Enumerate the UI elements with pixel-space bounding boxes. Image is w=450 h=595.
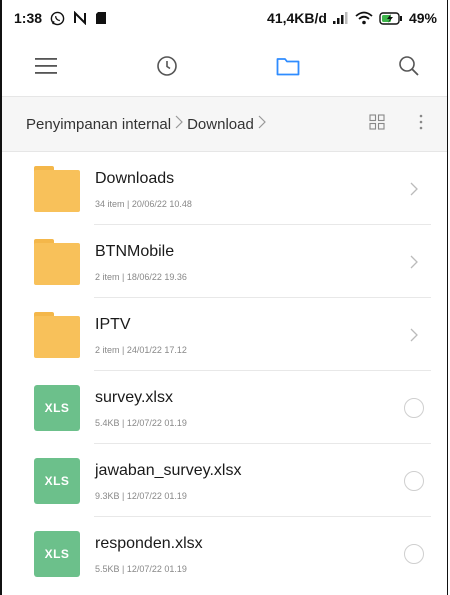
network-speed: 41,4KB/d — [267, 10, 327, 26]
chevron-right-icon — [389, 328, 439, 342]
xls-file-icon: XLS — [34, 384, 80, 431]
item-name: BTNMobile — [95, 242, 175, 260]
grid-view-icon[interactable] — [369, 114, 385, 134]
folder-icon[interactable] — [270, 48, 306, 84]
item-name: responden.xlsx — [95, 534, 203, 552]
chevron-right-icon — [389, 255, 439, 269]
chevron-right-icon — [389, 182, 439, 196]
list-item-folder-btnmobile[interactable]: BTNMobile 2 item | 18/06/22 19.36 — [2, 225, 447, 298]
item-details: 5.4KB | 12/07/22 01.19 — [95, 417, 187, 428]
file-list: Downloads 34 item | 20/06/22 10.48 BTNMo… — [2, 152, 447, 590]
item-name: IPTV — [95, 315, 131, 333]
chevron-right-icon — [175, 115, 183, 133]
file-manager-screen: 1:38 41,4KB/d 49% Penyimpanan internal D… — [0, 0, 448, 595]
item-details: 9.3KB | 12/07/22 01.19 — [95, 490, 187, 501]
list-item-folder-iptv[interactable]: IPTV 2 item | 24/01/22 17.12 — [2, 298, 447, 371]
whatsapp-icon — [50, 11, 65, 26]
select-checkbox[interactable] — [404, 397, 424, 418]
breadcrumb-item-internal-storage[interactable]: Penyimpanan internal — [26, 116, 171, 133]
battery-charging-icon — [379, 11, 403, 25]
folder-thumbnail-icon — [34, 238, 80, 285]
select-checkbox[interactable] — [404, 543, 424, 564]
list-item-file-responden[interactable]: XLS responden.xlsx 5.5KB | 12/07/22 01.1… — [2, 517, 447, 590]
breadcrumb-item-download[interactable]: Download — [187, 116, 254, 133]
item-name: survey.xlsx — [95, 388, 173, 406]
select-checkbox[interactable] — [404, 470, 424, 491]
signal-icon — [332, 12, 349, 24]
search-icon[interactable] — [391, 48, 427, 84]
wifi-icon — [355, 11, 373, 25]
status-bar: 1:38 41,4KB/d 49% — [2, 0, 447, 36]
list-item-file-jawaban-survey[interactable]: XLS jawaban_survey.xlsx 9.3KB | 12/07/22… — [2, 444, 447, 517]
folder-thumbnail-icon — [34, 311, 80, 358]
n-notification-icon — [73, 11, 87, 25]
list-item-file-survey[interactable]: XLS survey.xlsx 5.4KB | 12/07/22 01.19 — [2, 371, 447, 444]
battery-percent: 49% — [408, 10, 437, 26]
item-details: 34 item | 20/06/22 10.48 — [95, 198, 192, 209]
item-details: 5.5KB | 12/07/22 01.19 — [95, 563, 187, 574]
folder-thumbnail-icon — [34, 165, 80, 212]
item-name: Downloads — [95, 169, 175, 187]
xls-file-icon: XLS — [34, 457, 80, 504]
chevron-right-icon — [258, 115, 266, 133]
xls-file-icon: XLS — [34, 530, 80, 577]
item-details: 2 item | 24/01/22 17.12 — [95, 344, 187, 355]
breadcrumb: Penyimpanan internal Download — [2, 96, 447, 152]
sd-card-icon — [95, 11, 107, 25]
list-item-folder-downloads[interactable]: Downloads 34 item | 20/06/22 10.48 — [2, 152, 447, 225]
more-options-icon[interactable] — [419, 113, 423, 135]
recent-clock-icon[interactable] — [149, 48, 185, 84]
item-name: jawaban_survey.xlsx — [95, 461, 242, 479]
item-details: 2 item | 18/06/22 19.36 — [95, 271, 187, 282]
clock-time: 1:38 — [14, 10, 43, 26]
menu-icon[interactable] — [28, 48, 64, 84]
top-toolbar — [2, 36, 447, 96]
